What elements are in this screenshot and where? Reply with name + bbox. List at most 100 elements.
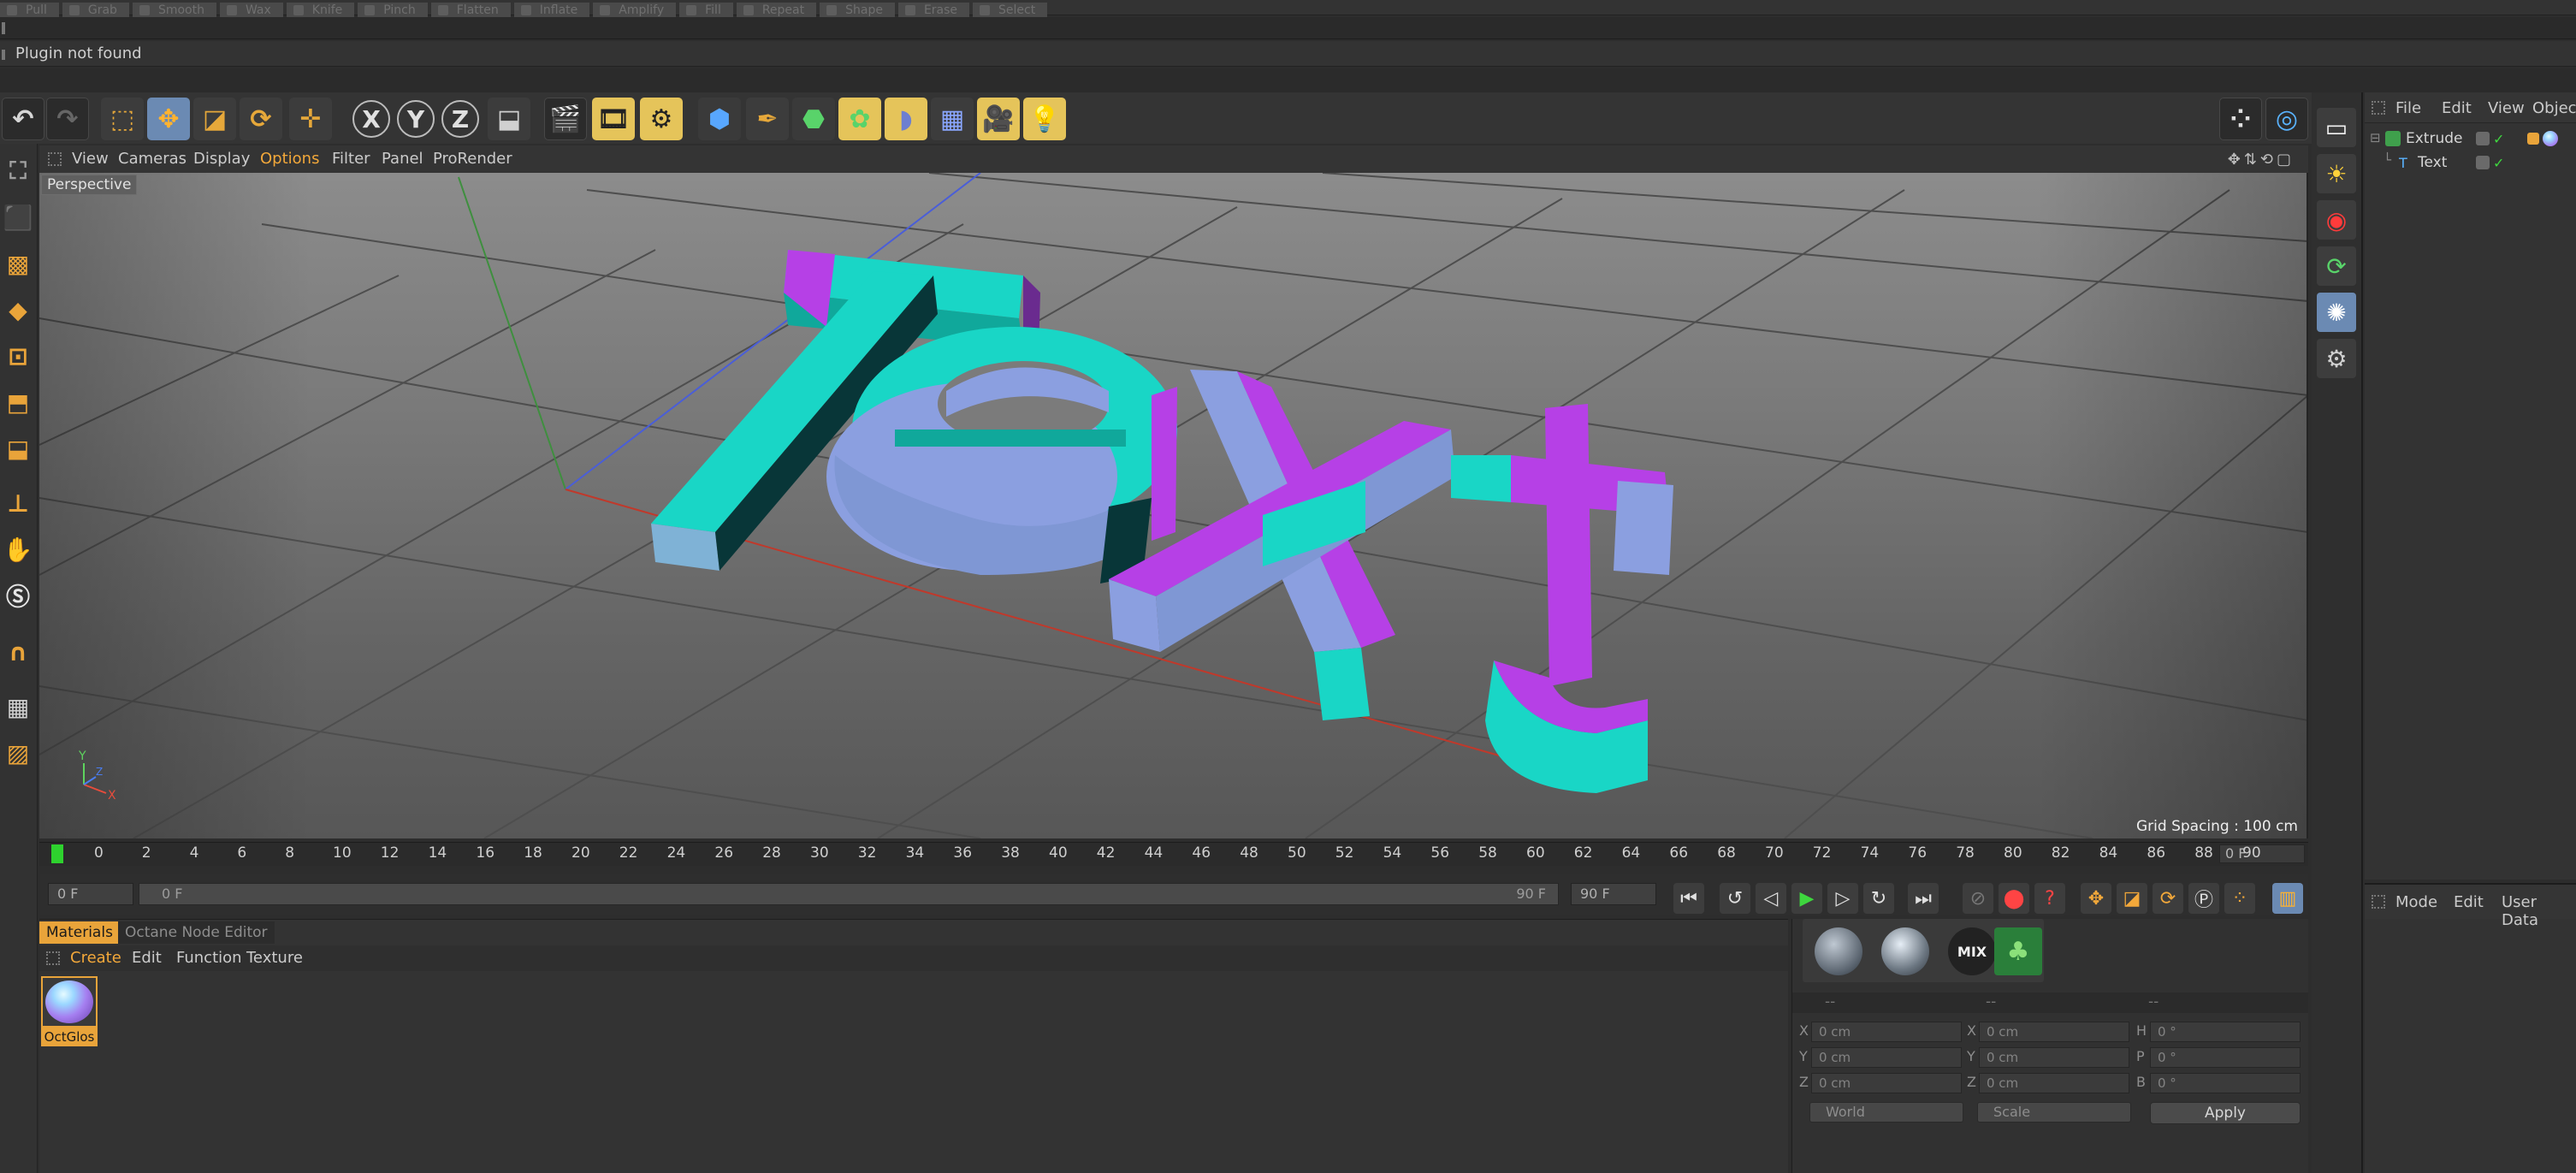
timeline-ruler[interactable]: 0 F 0 2 4 6 8 10 12 14 16 18 20 22 24 26 28 30 32 34 36 38 4… (39, 842, 2308, 866)
deformer-icon[interactable]: ◗ (885, 98, 927, 140)
size-field[interactable]: 0 cm (1979, 1073, 2129, 1093)
camera-label[interactable]: Perspective (41, 175, 138, 195)
position-field[interactable]: 0 cm (1811, 1022, 1962, 1042)
grip-handle[interactable] (46, 951, 60, 965)
x-axis-toggle[interactable]: X (352, 100, 390, 138)
visibility-toggle[interactable] (2476, 156, 2490, 169)
material-menu-function[interactable]: Function (176, 949, 242, 967)
render-picture-viewer-icon[interactable]: 🎞 (592, 98, 635, 140)
model-mode-icon[interactable]: ⬛ (2, 198, 34, 236)
next-frame-icon[interactable]: ▷ (1827, 883, 1858, 914)
key-parameter-icon[interactable]: Ⓟ (2188, 883, 2219, 914)
workplane-icon[interactable]: ◎ (2265, 98, 2308, 140)
playhead[interactable] (51, 844, 63, 863)
record-keys-icon[interactable]: ⊘ (1963, 883, 1993, 914)
camera-icon[interactable]: 🎥 (977, 98, 1020, 140)
object-menu-edit[interactable]: Edit (2442, 99, 2472, 117)
material-menu-texture[interactable]: Texture (246, 949, 303, 967)
points-mode-icon[interactable]: ⊡ (2, 337, 34, 375)
timeline-window-icon[interactable]: ▥ (2272, 883, 2303, 914)
object-row-text[interactable]: └ T Text ✓ (2365, 151, 2576, 176)
play-icon[interactable]: ▶ (1791, 883, 1822, 914)
viewport-menu-prorender[interactable]: ProRender (433, 150, 512, 168)
make-editable-icon[interactable]: ⛶ (2, 152, 34, 190)
collapse-toggle-icon[interactable]: ⊟ (2370, 130, 2381, 145)
coordinate-space-select[interactable]: World (1809, 1102, 1963, 1123)
material-menu-edit[interactable]: Edit (132, 949, 162, 967)
scale-tool-icon[interactable]: ◪ (193, 98, 236, 140)
render-view-icon[interactable]: 🎬 (544, 98, 587, 140)
snapping-magnet-icon[interactable]: ∩ (2, 633, 34, 671)
octane-daylight-icon[interactable]: ☀ (2317, 154, 2356, 193)
octane-live-viewer-icon[interactable]: ▭ (2317, 108, 2356, 147)
coordinate-mode-select[interactable]: Scale (1977, 1102, 2131, 1123)
enabled-check-icon[interactable]: ✓ (2493, 155, 2504, 171)
viewport-menu-panel[interactable]: Panel (382, 150, 423, 168)
size-field[interactable]: 0 cm (1979, 1022, 2129, 1042)
pen-spline-icon[interactable]: ✒ (746, 98, 789, 140)
viewport-menu-cameras[interactable]: Cameras (118, 150, 187, 168)
next-key-icon[interactable]: ↻ (1863, 883, 1894, 914)
keyframe-selection-icon[interactable]: ? (2034, 883, 2065, 914)
live-selection-icon[interactable]: ⬚ (101, 98, 144, 140)
sculpt-menu-item[interactable]: Repeat (736, 3, 817, 18)
floor-scene-icon[interactable]: ▦ (931, 98, 974, 140)
end-frame-field[interactable]: 90 F (1571, 883, 1656, 905)
grip-handle[interactable] (2372, 101, 2385, 115)
grip-handle[interactable] (2, 50, 5, 60)
material-name[interactable]: OctGlos (41, 1028, 98, 1046)
previous-frame-icon[interactable]: ◁ (1756, 883, 1786, 914)
object-name[interactable]: Text (2418, 154, 2447, 171)
sculpt-menu-item[interactable]: Pinch (358, 3, 428, 18)
tab-octane-node-editor[interactable]: Octane Node Editor (118, 921, 275, 944)
preview-range-slider[interactable]: 0 F 90 F (139, 883, 1559, 905)
viewport-menu-filter[interactable]: Filter (332, 150, 370, 168)
octane-scatter-tree-icon[interactable]: ♣ (1994, 927, 2042, 975)
previous-key-icon[interactable]: ↺ (1720, 883, 1750, 914)
attribute-menu-edit[interactable]: Edit (2454, 893, 2484, 911)
octane-object-tag-icon[interactable]: ⟳ (2317, 246, 2356, 286)
rotation-field[interactable]: 0 ° (2150, 1047, 2301, 1068)
axis-mode-icon[interactable]: ⊥ (2, 484, 34, 522)
sculpt-menu-item[interactable]: Erase (897, 3, 970, 18)
grip-handle[interactable] (2372, 895, 2385, 909)
sculpt-menu-item[interactable]: Knife (286, 3, 355, 18)
position-field[interactable]: 0 cm (1811, 1073, 1962, 1093)
rotation-field[interactable]: 0 ° (2150, 1073, 2301, 1093)
sculpt-menu-item[interactable]: Inflate (513, 3, 590, 18)
sculpt-menu-item[interactable]: Shape (820, 3, 895, 18)
sculpt-menu-item[interactable]: Wax (219, 3, 283, 18)
key-position-icon[interactable]: ✥ (2081, 883, 2111, 914)
sculpt-menu-item[interactable]: Grab (62, 3, 129, 18)
grip-handle[interactable] (48, 152, 62, 166)
object-menu-object[interactable]: Object (2532, 99, 2576, 117)
object-name[interactable]: Extrude (2406, 130, 2462, 147)
object-menu-file[interactable]: File (2395, 99, 2421, 117)
3d-viewport[interactable]: X Y Z Perspective Grid Spacing : 100 cm (39, 173, 2308, 838)
sculpt-menu-item[interactable]: Fill (679, 3, 733, 18)
cube-object-icon[interactable]: ⬢ (698, 98, 741, 140)
grip-handle[interactable] (2, 22, 5, 34)
tweak-mode-icon[interactable]: ✋ (2, 530, 34, 568)
material-menu-create[interactable]: Create (70, 949, 121, 967)
apply-button[interactable]: Apply (2150, 1102, 2301, 1124)
attribute-menu-mode[interactable]: Mode (2395, 893, 2437, 911)
go-to-end-icon[interactable]: ⏭ (1908, 883, 1939, 914)
object-row-extrude[interactable]: ⊟ Extrude ✓ (2365, 127, 2576, 152)
go-to-start-icon[interactable]: ⏮ (1673, 883, 1704, 914)
current-frame-field[interactable]: 0 F (2219, 844, 2305, 863)
octane-glossy-icon[interactable] (1881, 927, 1929, 975)
lock-workplane-icon[interactable]: ▦ (2, 688, 34, 726)
size-field[interactable]: 0 cm (1979, 1047, 2129, 1068)
octane-mix-icon[interactable]: MIX (1948, 927, 1996, 975)
sculpt-menu-item[interactable]: Flatten (430, 3, 511, 18)
z-axis-toggle[interactable]: Z (441, 100, 479, 138)
redo-button[interactable]: ↷ (46, 98, 89, 140)
enabled-check-icon[interactable]: ✓ (2493, 131, 2504, 147)
edges-mode-icon[interactable]: ⬒ (2, 383, 34, 421)
viewport-menu-view[interactable]: View (72, 150, 109, 168)
recent-tool-icon[interactable]: ✛ (289, 98, 332, 140)
material-tag-icon[interactable] (2543, 131, 2558, 146)
visibility-toggle[interactable] (2476, 132, 2490, 145)
sculpt-menu-item[interactable]: Amplify (593, 3, 677, 18)
